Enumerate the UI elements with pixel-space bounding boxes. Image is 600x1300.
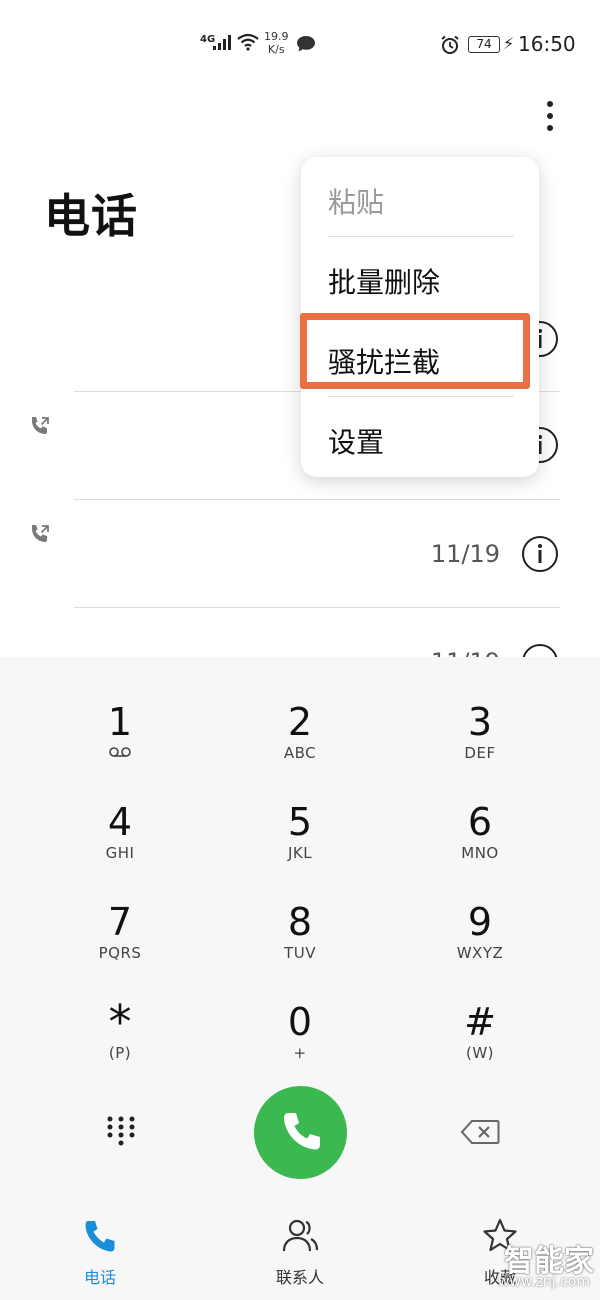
row-divider xyxy=(74,499,560,500)
phone-icon xyxy=(85,1221,115,1252)
network-speed: 19.9 K/s xyxy=(264,30,289,56)
menu-item-settings[interactable]: 设置 xyxy=(328,421,384,461)
watermark-url: www.znj.com xyxy=(498,1274,590,1290)
outgoing-call-icon xyxy=(28,522,52,546)
speed-unit: K/s xyxy=(267,43,285,56)
dial-key-3[interactable]: 3 DEF xyxy=(400,700,560,790)
nav-label: 联系人 xyxy=(275,1268,324,1287)
charging-icon: ⚡ xyxy=(503,34,515,53)
phone-icon xyxy=(284,1113,320,1150)
speed-value: 19.9 xyxy=(264,30,289,43)
status-bar: 4G 19.9 K/s 74 ⚡ 16:50 xyxy=(0,0,600,88)
page-title: 电话 xyxy=(44,189,138,243)
dial-key-hash[interactable]: # (W) xyxy=(400,1000,560,1090)
outgoing-call-icon xyxy=(28,414,52,438)
voicemail-icon xyxy=(40,744,200,762)
dial-key-7[interactable]: 7 PQRS xyxy=(40,900,200,990)
menu-item-paste: 粘贴 xyxy=(328,186,385,219)
wifi-icon xyxy=(236,33,260,55)
menu-divider xyxy=(328,236,514,237)
dial-key-star[interactable]: * (P) xyxy=(40,999,200,1090)
signal-icon xyxy=(212,33,232,55)
dial-key-1[interactable]: 1 xyxy=(40,700,200,790)
dial-key-8[interactable]: 8 TUV xyxy=(220,900,380,990)
alarm-icon xyxy=(440,35,460,59)
clock: 16:50 xyxy=(518,32,576,56)
watermark: 智能家 www.znj.com xyxy=(470,1236,600,1296)
more-vertical-icon[interactable] xyxy=(538,100,562,134)
message-icon xyxy=(296,35,316,57)
row-divider xyxy=(74,607,560,608)
call-button[interactable] xyxy=(254,1086,347,1179)
dial-key-9[interactable]: 9 WXYZ xyxy=(400,900,560,990)
info-icon[interactable] xyxy=(521,535,559,573)
nav-tab-phone[interactable]: 电话 xyxy=(40,1216,160,1288)
menu-divider xyxy=(328,396,514,397)
nav-tab-contacts[interactable]: 联系人 xyxy=(240,1216,360,1288)
dial-key-0[interactable]: 0 + xyxy=(220,1000,380,1090)
call-date: 11/19 xyxy=(430,540,500,568)
dial-key-5[interactable]: 5 JKL xyxy=(220,800,380,890)
battery-level: 74 xyxy=(468,36,500,53)
highlight-box xyxy=(300,313,530,389)
dial-key-4[interactable]: 4 GHI xyxy=(40,800,200,890)
dial-key-6[interactable]: 6 MNO xyxy=(400,800,560,890)
dial-key-2[interactable]: 2 ABC xyxy=(220,700,380,790)
backspace-icon[interactable] xyxy=(460,1119,500,1149)
dialpad-toggle-icon[interactable] xyxy=(106,1115,136,1153)
nav-label: 电话 xyxy=(83,1268,116,1287)
menu-item-batch-delete[interactable]: 批量删除 xyxy=(328,261,440,301)
contacts-icon xyxy=(282,1219,319,1252)
